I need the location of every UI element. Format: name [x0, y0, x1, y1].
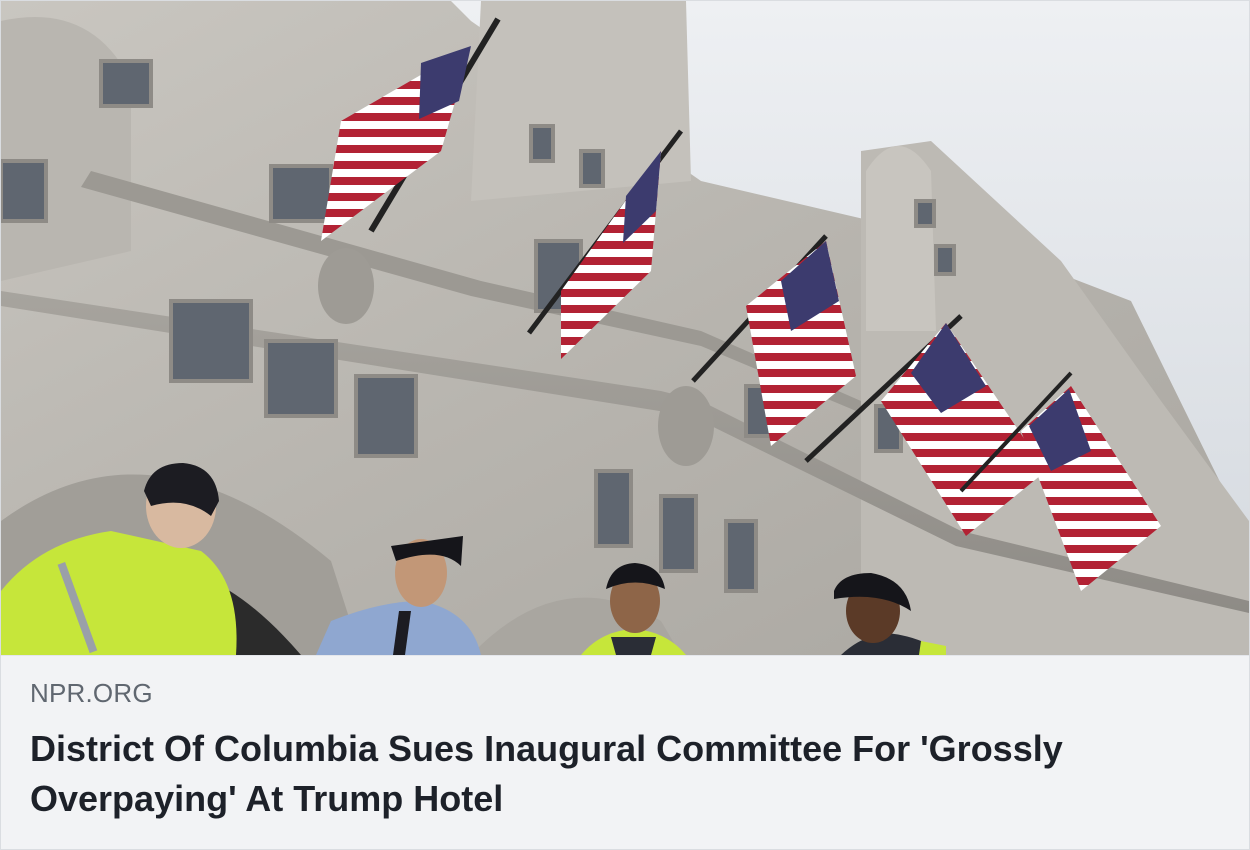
- article-photo[interactable]: [1, 1, 1249, 655]
- article-headline[interactable]: District Of Columbia Sues Inaugural Comm…: [30, 724, 1210, 824]
- link-preview-card[interactable]: NPR.ORG District Of Columbia Sues Inaugu…: [0, 0, 1250, 850]
- link-preview-caption[interactable]: NPR.ORG District Of Columbia Sues Inaugu…: [1, 655, 1249, 849]
- source-domain: NPR.ORG: [30, 678, 153, 708]
